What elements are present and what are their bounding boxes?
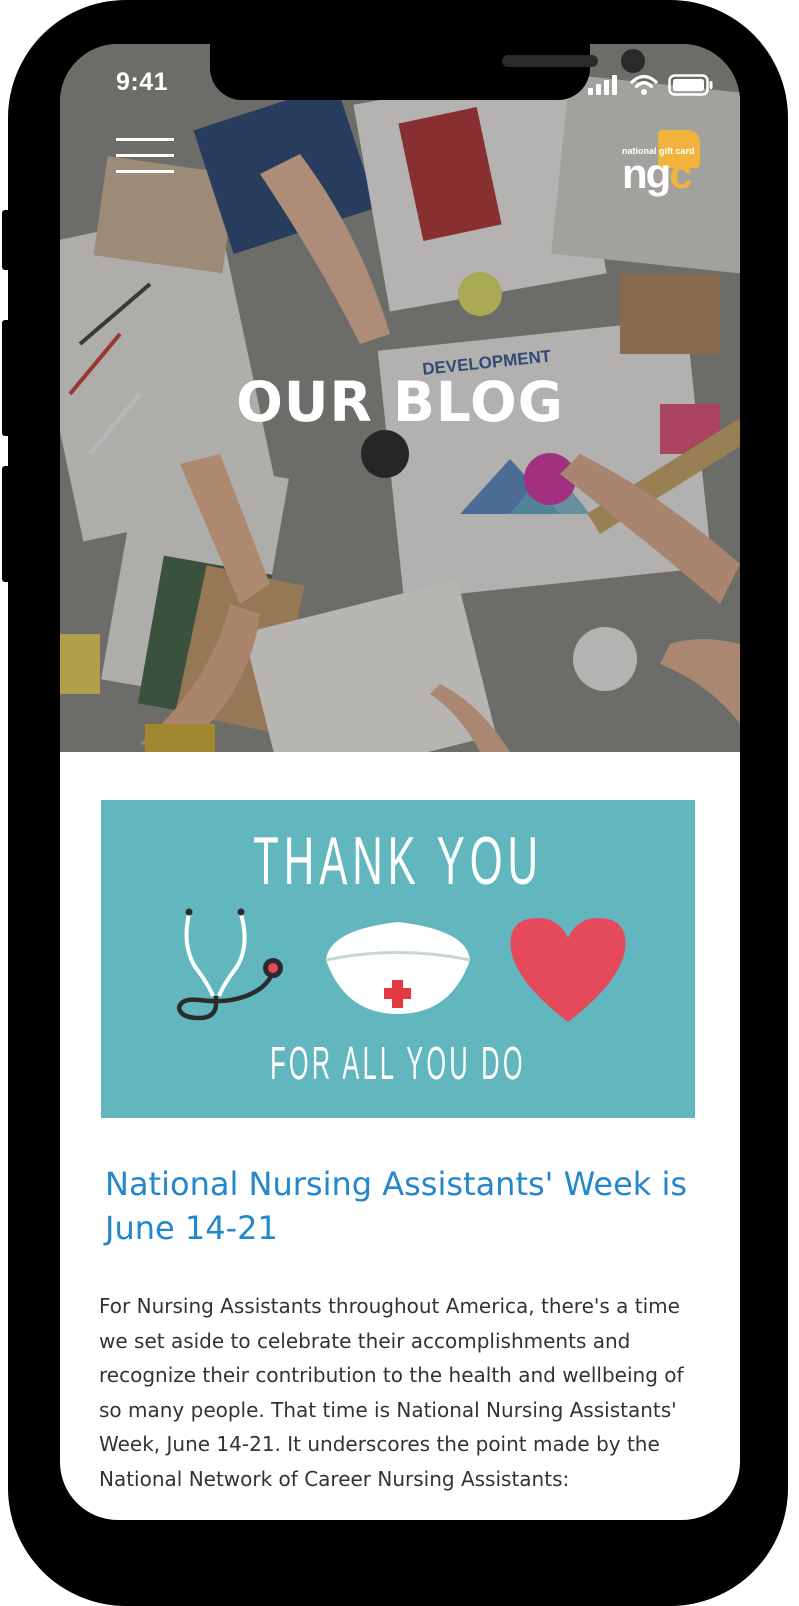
status-time: 9:41 bbox=[116, 68, 169, 96]
nurse-cap-icon bbox=[325, 922, 471, 1014]
thank-you-banner: THANK YOU FOR ALL YOU DO bbox=[101, 800, 695, 1118]
post-excerpt: For Nursing Assistants throughout Americ… bbox=[99, 1294, 684, 1491]
stethoscope-icon bbox=[176, 908, 283, 1021]
volume-down-button bbox=[2, 466, 12, 582]
logo-mark-ng: ng bbox=[622, 150, 671, 197]
post-title-link[interactable]: National Nursing Assistants' Week is Jun… bbox=[105, 1162, 695, 1250]
menu-bar-top bbox=[116, 138, 174, 141]
speaker-grille bbox=[502, 55, 598, 67]
logo-mark-c: c bbox=[669, 150, 692, 197]
screen: DEVELOPMENT national gift card ngc OUR B… bbox=[60, 44, 740, 1520]
cellular-signal-icon bbox=[588, 75, 617, 95]
menu-bar-middle bbox=[116, 154, 174, 157]
page-title: OUR BLOG bbox=[236, 370, 564, 434]
heart-icon bbox=[510, 918, 626, 1022]
volume-up-button bbox=[2, 320, 12, 436]
status-icons bbox=[588, 74, 714, 96]
battery-icon bbox=[668, 74, 713, 96]
phone-frame: DEVELOPMENT national gift card ngc OUR B… bbox=[2, 0, 788, 1606]
ngc-logo[interactable]: national gift card ngc bbox=[622, 126, 708, 200]
front-camera bbox=[621, 49, 645, 73]
banner-bottom-text: FOR ALL YOU DO bbox=[270, 1037, 526, 1089]
phone-notch bbox=[210, 44, 645, 100]
wifi-icon bbox=[630, 74, 658, 95]
mute-switch bbox=[2, 210, 12, 270]
logo-mark: ngc bbox=[622, 150, 693, 198]
hamburger-menu-icon[interactable] bbox=[116, 138, 174, 182]
hero-section: DEVELOPMENT national gift card ngc OUR B… bbox=[60, 44, 740, 752]
menu-bar-bottom bbox=[116, 170, 174, 173]
